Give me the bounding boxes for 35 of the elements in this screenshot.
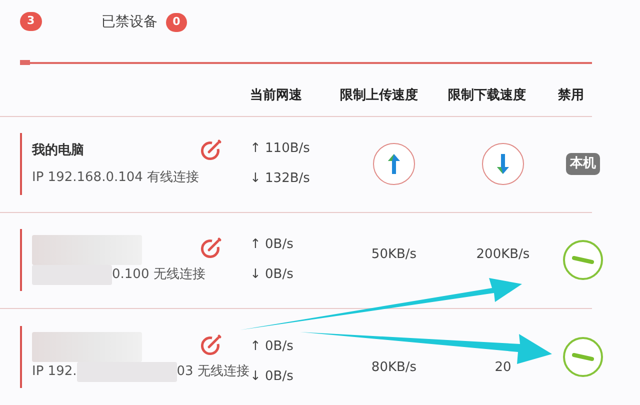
upload-arrow-icon (387, 153, 401, 175)
column-header: 限制下载速度 (448, 88, 526, 103)
download-speed: ↓ 0B/s (250, 266, 294, 284)
ip-address: IP 192.168.0.104 有线连接 (32, 169, 200, 187)
edit-icon[interactable] (200, 237, 222, 259)
disable-button[interactable] (563, 240, 603, 280)
speed-limit: 80KB/s (371, 358, 417, 377)
tab[interactable]: 3 (20, 8, 42, 34)
upload-speed: ↑ 0B/s (250, 338, 294, 356)
edit-icon[interactable] (200, 139, 222, 161)
ip-address: IP 192. (32, 362, 77, 381)
ip-address: 03 无线连接 (176, 362, 250, 381)
local-device-tag: 本机 (566, 153, 600, 175)
tab[interactable]: 已禁设备 0 (102, 8, 188, 37)
upload-speed: ↑ 0B/s (250, 236, 294, 254)
device-name: 我的电脑 (32, 142, 84, 158)
speed-limit: 50KB/s (371, 246, 417, 264)
speed-limit: 200KB/s (476, 246, 530, 264)
column-header: 限制上传速度 (340, 88, 418, 103)
download-speed: ↓ 0B/s (250, 368, 294, 386)
ip-address: 0.100 无线连接 (112, 266, 206, 284)
count-badge: 0 (166, 13, 188, 32)
disable-button[interactable] (563, 336, 603, 376)
download-speed: ↓ 132B/s (250, 170, 311, 188)
speed-limit: 20 (494, 358, 512, 377)
column-header: 当前网速 (250, 88, 302, 103)
download-limit-button[interactable] (482, 143, 524, 185)
count-badge: 3 (20, 12, 42, 30)
edit-icon[interactable] (200, 334, 222, 356)
minus-icon (572, 255, 594, 265)
column-header: 禁用 (558, 88, 584, 103)
download-arrow-icon (496, 153, 510, 175)
upload-speed: ↑ 110B/s (250, 140, 311, 158)
upload-limit-button[interactable] (373, 143, 415, 185)
minus-icon (572, 352, 594, 362)
